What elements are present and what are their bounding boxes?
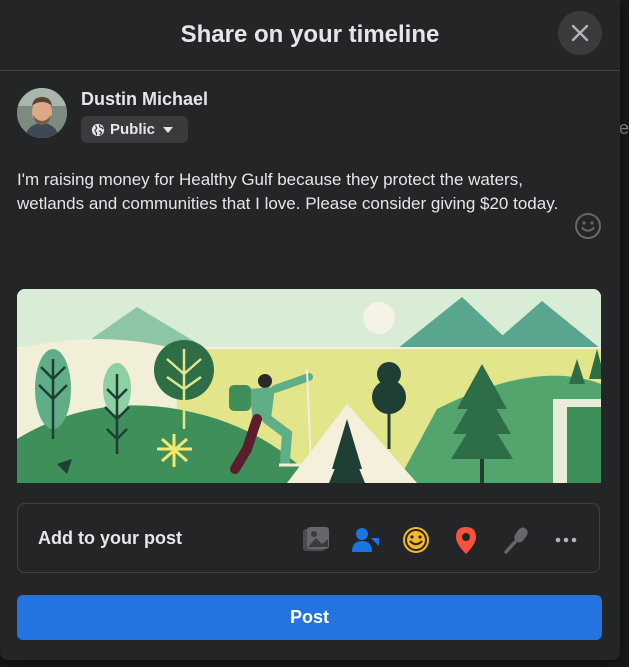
- photo-video-icon: [303, 527, 329, 551]
- tag-people-icon: [352, 528, 379, 552]
- live-audio-button[interactable]: [499, 523, 533, 557]
- post-button[interactable]: Post: [17, 595, 602, 640]
- add-to-post-bar: Add to your post: [17, 503, 600, 573]
- close-button[interactable]: [558, 11, 602, 55]
- check-in-icon: [456, 527, 476, 554]
- smiley-icon: [575, 213, 601, 239]
- more-icon: [555, 537, 577, 543]
- audience-label: Public: [110, 121, 156, 138]
- check-in-button[interactable]: [449, 523, 483, 557]
- fundraiser-illustration[interactable]: [17, 289, 601, 483]
- add-to-post-label: Add to your post: [38, 528, 182, 548]
- audience-selector[interactable]: Public: [81, 116, 189, 143]
- landscape-illustration: [17, 289, 601, 483]
- caret-down-icon: [163, 126, 174, 133]
- feeling-activity-button[interactable]: [399, 523, 433, 557]
- user-row: Dustin Michael Public: [17, 88, 208, 143]
- user-name[interactable]: Dustin Michael: [81, 89, 208, 110]
- photo-video-button[interactable]: [299, 523, 333, 557]
- close-icon: [571, 24, 589, 42]
- background-edge: [620, 0, 629, 667]
- emoji-picker-button[interactable]: [574, 212, 602, 240]
- microphone-icon: [504, 527, 528, 554]
- dialog-title: Share on your timeline: [180, 21, 440, 48]
- tag-people-button[interactable]: [349, 523, 383, 557]
- post-text[interactable]: I'm raising money for Healthy Gulf becau…: [17, 168, 577, 216]
- avatar-photo: [17, 88, 67, 138]
- dialog-header: Share on your timeline: [0, 0, 620, 71]
- globe-icon: [91, 123, 105, 136]
- background-edge-glyph: e: [618, 118, 629, 138]
- avatar[interactable]: [17, 88, 67, 138]
- share-dialog: Share on your timeline Dustin Michael Pu…: [0, 0, 620, 660]
- more-options-button[interactable]: [549, 523, 583, 557]
- feeling-icon: [403, 527, 429, 553]
